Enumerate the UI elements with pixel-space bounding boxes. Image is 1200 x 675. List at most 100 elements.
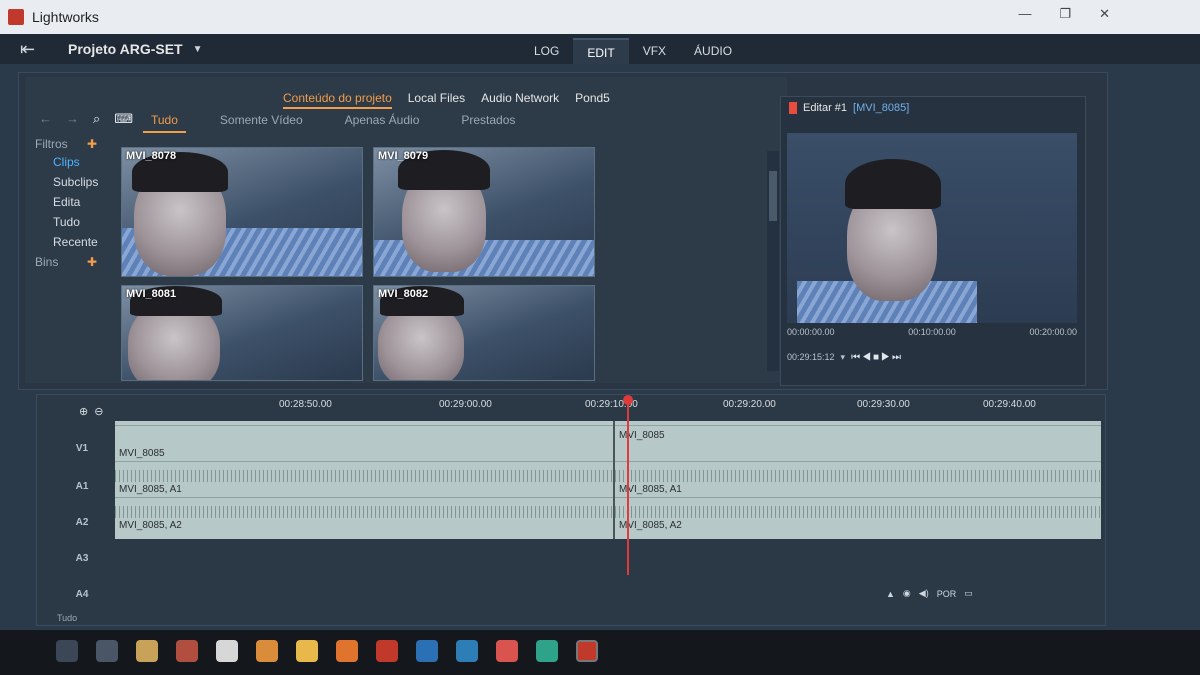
tab-pond5[interactable]: Pond5 — [575, 91, 610, 109]
v1-clip-left[interactable]: MVI_8085 — [115, 425, 613, 461]
notes-icon[interactable] — [216, 640, 238, 662]
word-icon[interactable] — [416, 640, 438, 662]
browser-scrollbar[interactable] — [767, 151, 779, 371]
tab-all[interactable]: Tudo — [143, 113, 186, 133]
tab-video-only[interactable]: Somente Vídeo — [212, 113, 311, 133]
browser-nav: ← → ⌕ ⌨ — [39, 111, 133, 127]
media-app-icon[interactable] — [376, 640, 398, 662]
keyboard-icon[interactable]: ⌨ — [114, 111, 133, 127]
ruler-tick: 00:29:20.00 — [723, 399, 776, 410]
add-bin-icon[interactable]: ✚ — [87, 255, 97, 269]
a1-clip-left[interactable]: MVI_8085, A1 — [115, 461, 613, 497]
playhead-handle[interactable] — [623, 395, 633, 405]
back-arrow-icon[interactable]: ← — [39, 111, 52, 127]
tab-local-files[interactable]: Local Files — [408, 91, 465, 109]
edit-cut-line — [613, 421, 615, 539]
top-bar: ⇤ Projeto ARG-SET ▼ LOG EDIT VFX ÁUDIO — [0, 34, 1200, 64]
chrome-icon[interactable] — [296, 640, 318, 662]
exit-project-icon[interactable]: ⇤ — [20, 39, 48, 60]
record-app-icon[interactable] — [496, 640, 518, 662]
ruler-tick: 00:29:30.00 — [857, 399, 910, 410]
lightworks-taskbar-icon[interactable] — [576, 640, 598, 662]
task-view-icon[interactable] — [96, 640, 118, 662]
ruler-tick: 00:29:40.00 — [983, 399, 1036, 410]
mode-tabs: LOG EDIT VFX ÁUDIO — [520, 34, 746, 64]
transport-buttons-icon[interactable]: ⏮◀■▶⏭ — [851, 352, 903, 363]
bins-header: Bins ✚ — [25, 253, 107, 271]
close-icon[interactable]: ✕ — [1099, 6, 1110, 22]
a1-clip-right[interactable]: MVI_8085, A1 — [615, 461, 1101, 497]
viewer-clip-name: [MVI_8085] — [853, 102, 910, 114]
zoom-in-icon[interactable]: ⊕ — [79, 406, 94, 418]
track-a1[interactable]: A1 — [57, 481, 107, 492]
bookmark-flag-icon — [789, 102, 797, 114]
zoom-controls: ⊕⊖ — [79, 405, 109, 418]
timeline-tracks: MVI_8085 MVI_8085 MVI_8085, A1 MVI_8085,… — [115, 421, 1101, 539]
search-icon[interactable]: ⌕ — [93, 111, 100, 127]
zoom-out-icon[interactable]: ⊖ — [94, 406, 109, 418]
clip-thumbnail[interactable]: MVI_8082 — [373, 285, 595, 381]
filter-clips[interactable]: Clips — [25, 153, 107, 173]
clip-label: MVI_8085, A1 — [119, 484, 182, 495]
firefox-icon[interactable] — [336, 640, 358, 662]
volume-icon[interactable]: ◀) — [919, 588, 929, 599]
playhead[interactable] — [623, 395, 633, 575]
lightworks-screen: Lightworks — ❐ ✕ ⇤ Projeto ARG-SET ▼ LOG… — [0, 0, 1200, 675]
clip-name: MVI_8078 — [126, 150, 177, 162]
calendar-icon[interactable] — [176, 640, 198, 662]
tab-rendered[interactable]: Prestados — [453, 113, 523, 133]
add-filter-icon[interactable]: ✚ — [87, 137, 97, 151]
scrollbar-thumb[interactable] — [769, 171, 777, 221]
paint-icon[interactable] — [256, 640, 278, 662]
tray-arrow-icon[interactable]: ▲ — [886, 589, 895, 599]
v1-clip-right[interactable]: MVI_8085 — [615, 425, 1101, 461]
track-v1[interactable]: V1 — [57, 443, 107, 454]
window-title: Lightworks — [32, 9, 99, 25]
title-bar: Lightworks — ❐ ✕ — [0, 0, 1200, 34]
clip-thumbnail[interactable]: MVI_8078 — [121, 147, 363, 277]
tab-audio-network[interactable]: Audio Network — [481, 91, 559, 109]
filter-recent[interactable]: Recente — [25, 233, 107, 253]
tab-audio[interactable]: ÁUDIO — [680, 38, 746, 64]
tab-audio-only[interactable]: Apenas Áudio — [337, 113, 428, 133]
tab-project-content[interactable]: Conteúdo do projeto — [283, 91, 392, 109]
tab-edit[interactable]: EDIT — [573, 38, 629, 64]
viewer-ruler-tick: 00:20:00.00 — [1029, 327, 1077, 337]
start-icon[interactable] — [56, 640, 78, 662]
track-a2[interactable]: A2 — [57, 517, 107, 528]
filter-edits[interactable]: Edita — [25, 193, 107, 213]
clip-thumbnail[interactable]: MVI_8081 — [121, 285, 363, 381]
a2-clip-right[interactable]: MVI_8085, A2 — [615, 497, 1101, 533]
track-a4[interactable]: A4 — [57, 589, 107, 600]
file-explorer-icon[interactable] — [136, 640, 158, 662]
tab-vfx[interactable]: VFX — [629, 38, 680, 64]
filter-subclips[interactable]: Subclips — [25, 173, 107, 193]
project-name[interactable]: Projeto ARG-SET — [68, 41, 183, 57]
source-tabs: Conteúdo do projeto Local Files Audio Ne… — [283, 91, 610, 109]
clip-thumbnail[interactable]: MVI_8079 — [373, 147, 595, 277]
chevron-down-icon[interactable]: ▼ — [193, 44, 203, 55]
minimize-icon[interactable]: — — [1018, 6, 1031, 22]
clip-name: MVI_8082 — [378, 288, 429, 300]
clip-grid: MVI_8078 MVI_8079 MVI_8081 MVI_8082 — [121, 147, 599, 381]
system-tray: ▲ ◉ ◀) POR ▭ — [886, 588, 973, 599]
browser-icon[interactable] — [456, 640, 478, 662]
a2-clip-left[interactable]: MVI_8085, A2 — [115, 497, 613, 533]
language-indicator[interactable]: POR — [937, 589, 957, 599]
viewer-ruler[interactable]: 00:00:00.00 00:10:00.00 00:20:00.00 — [787, 327, 1077, 341]
timecode-display[interactable]: 00:29:15:12 — [787, 352, 835, 362]
track-a3[interactable]: A3 — [57, 553, 107, 564]
sync-app-icon[interactable] — [536, 640, 558, 662]
notification-icon[interactable]: ▭ — [964, 588, 973, 599]
restore-icon[interactable]: ❐ — [1059, 6, 1071, 22]
network-icon[interactable]: ◉ — [903, 588, 911, 599]
tab-log[interactable]: LOG — [520, 38, 573, 64]
video-preview[interactable] — [787, 133, 1077, 323]
chevron-down-icon[interactable]: ▾ — [841, 352, 846, 363]
filter-all[interactable]: Tudo — [25, 213, 107, 233]
forward-arrow-icon[interactable]: → — [66, 111, 79, 127]
viewer-title: Editar #1 — [803, 102, 848, 114]
bins-label: Bins — [35, 255, 59, 269]
timeline-ruler[interactable]: 00:28:50.00 00:29:00.00 00:29:10.00 00:2… — [113, 399, 1101, 413]
timeline-footer: Tudo — [57, 613, 78, 623]
